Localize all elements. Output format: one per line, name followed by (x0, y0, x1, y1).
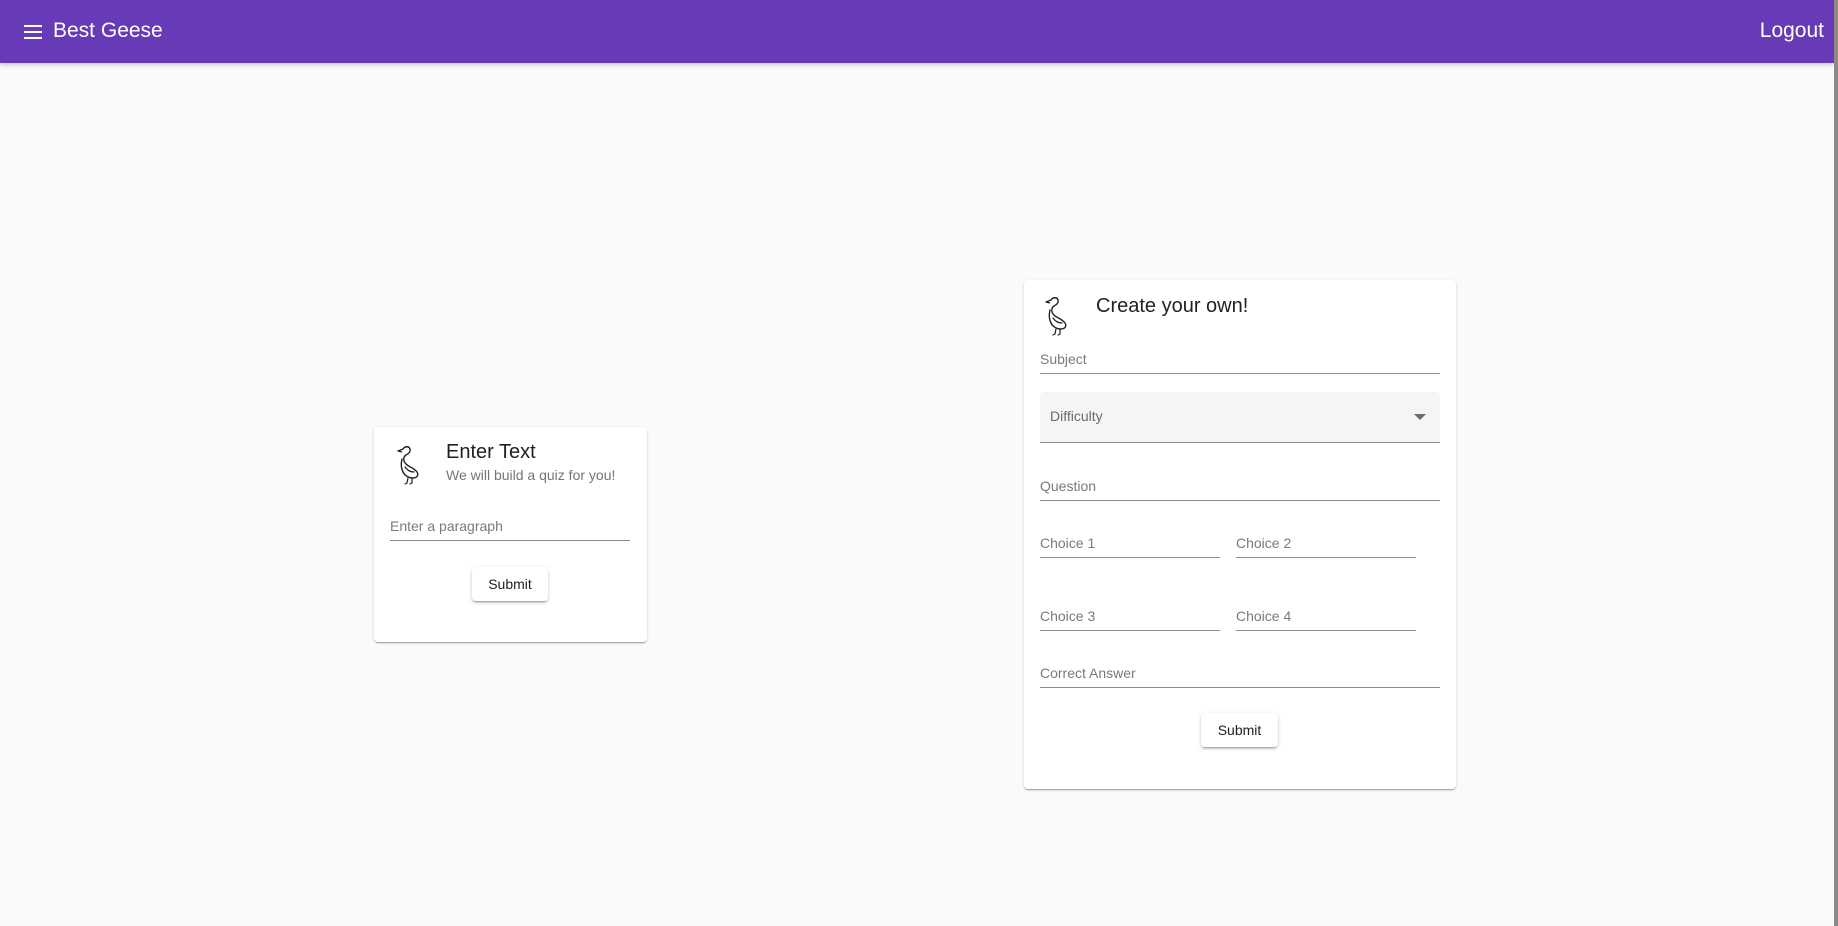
correct-answer-field (1040, 658, 1440, 688)
app-title: Best Geese (53, 19, 163, 42)
correct-answer-input[interactable] (1040, 665, 1440, 681)
scrollbar[interactable] (1834, 0, 1838, 926)
choice-2-field (1236, 528, 1416, 558)
choice-3-field (1040, 601, 1220, 631)
paragraph-field (390, 511, 630, 541)
top-app-bar: Best Geese Logout (0, 0, 1834, 63)
question-input[interactable] (1040, 478, 1440, 494)
question-field (1040, 471, 1440, 501)
choice-1-field (1040, 528, 1220, 558)
choice-2-input[interactable] (1236, 535, 1416, 551)
choice-4-input[interactable] (1236, 608, 1416, 624)
difficulty-label: Difficulty (1050, 408, 1103, 424)
card-subtitle: We will build a quiz for you! (446, 467, 616, 483)
choice-3-input[interactable] (1040, 608, 1220, 624)
dropdown-arrow-icon (1414, 414, 1426, 420)
difficulty-select[interactable]: Difficulty (1040, 392, 1440, 443)
subject-field (1040, 344, 1440, 374)
logout-button[interactable]: Logout (1760, 17, 1824, 45)
submit-button[interactable]: Submit (472, 567, 548, 601)
submit-button[interactable]: Submit (1201, 713, 1278, 747)
choice-4-field (1236, 601, 1416, 631)
paragraph-input[interactable] (390, 518, 630, 534)
goose-icon (1045, 297, 1067, 336)
goose-icon (397, 446, 419, 485)
enter-text-card: Enter Text We will build a quiz for you!… (374, 427, 647, 642)
scrollbar-thumb[interactable] (1834, 0, 1838, 926)
card-title: Enter Text (446, 441, 536, 463)
choice-1-input[interactable] (1040, 535, 1220, 551)
subject-input[interactable] (1040, 351, 1440, 367)
create-quiz-card: Create your own! Difficulty Submit (1024, 280, 1456, 789)
menu-icon[interactable] (20, 19, 46, 45)
card-title: Create your own! (1096, 295, 1249, 317)
